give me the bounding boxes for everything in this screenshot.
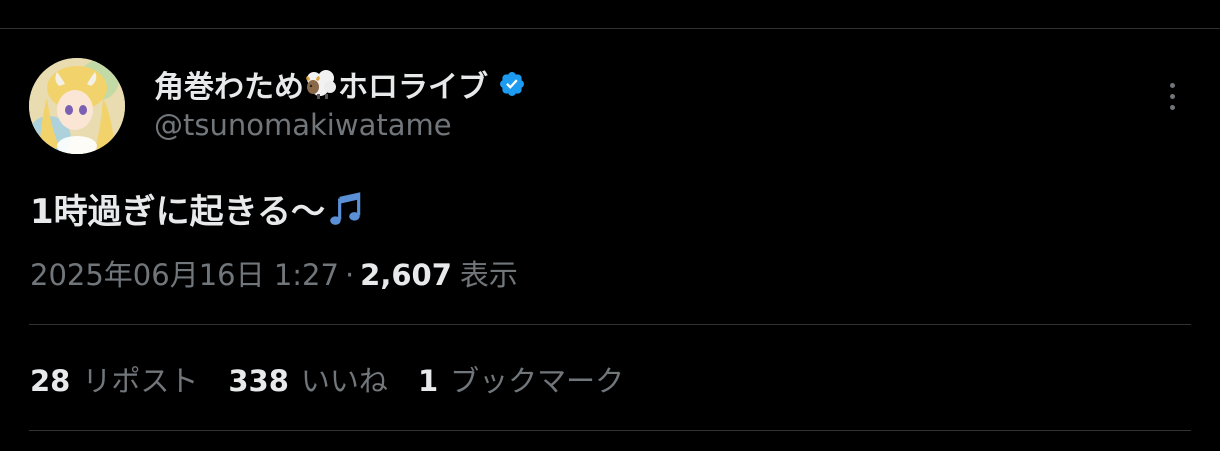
tweet-text: 1時過ぎに起きる〜 (30, 184, 365, 233)
reposts-label: リポスト (82, 364, 199, 398)
bookmarks-count: 1 (417, 364, 439, 398)
views-count: 2,607 (360, 258, 452, 292)
tweet-text-content: 1時過ぎに起きる〜 (30, 192, 325, 232)
top-divider (0, 28, 1220, 29)
tweet-detail-view: 角巻わため ホロライブ @tsunomakiwatame 1時過ぎに起きる〜 2… (0, 0, 1220, 451)
verified-badge-icon[interactable] (498, 70, 526, 98)
reposts-count: 28 (30, 364, 71, 398)
display-name[interactable]: 角巻わため ホロライブ (154, 62, 488, 106)
meta-separator: · (344, 258, 355, 292)
more-options-icon-dot (1169, 93, 1175, 99)
avatar-image (29, 58, 125, 154)
more-options-icon-dot (1169, 104, 1175, 110)
avatar[interactable] (29, 58, 125, 154)
likes-count: 338 (228, 364, 289, 398)
display-name-row[interactable]: 角巻わため ホロライブ (154, 62, 526, 106)
stats-bottom-divider (29, 430, 1191, 431)
bookmarks-stat[interactable]: 1 ブックマーク (418, 358, 624, 400)
tweet-timestamp[interactable]: 2025年06月16日 1:27 (30, 252, 339, 294)
more-options-icon (1169, 82, 1175, 88)
display-name-part1: 角巻わため (154, 70, 304, 105)
musical-note-icon (330, 191, 361, 225)
engagement-stats: 28 リポスト 338 いいね 1 ブックマーク (30, 358, 654, 400)
likes-label: いいね (300, 364, 388, 398)
more-options-button[interactable] (1156, 78, 1188, 114)
author-handle[interactable]: @tsunomakiwatame (154, 108, 452, 142)
views-label: 表示 (459, 258, 518, 292)
tweet-meta: 2025年06月16日 1:27 · 2,607 表示 (30, 252, 518, 294)
sheep-icon (306, 70, 336, 99)
reposts-stat[interactable]: 28 リポスト (30, 358, 198, 400)
bookmarks-label: ブックマーク (450, 364, 625, 398)
stats-top-divider (29, 324, 1191, 325)
display-name-part2: ホロライブ (338, 70, 488, 105)
likes-stat[interactable]: 338 いいね (228, 358, 388, 400)
